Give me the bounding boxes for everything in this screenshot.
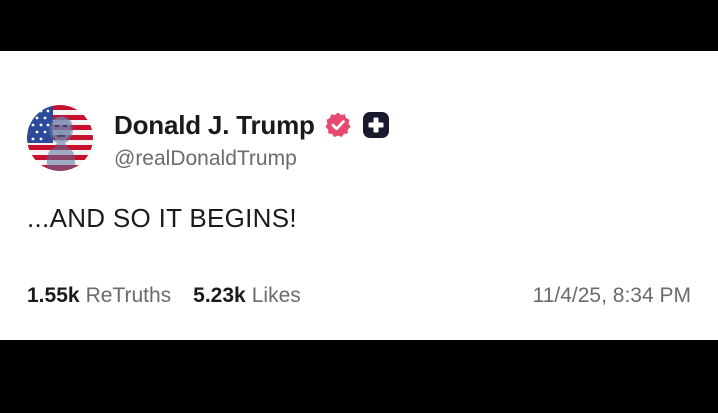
author-name-row: Donald J. Trump xyxy=(114,108,390,142)
author-handle[interactable]: @realDonaldTrump xyxy=(114,147,297,171)
screenshot-frame: Donald J. Trump @realDonaldTrump ...AND … xyxy=(0,0,718,413)
likes-label: Likes xyxy=(251,284,301,307)
post-body-text: ...AND SO IT BEGINS! xyxy=(27,203,297,233)
letterbox-bottom xyxy=(0,340,718,413)
post-stats: 1.55k ReTruths 5.23k Likes xyxy=(27,284,301,308)
avatar-flag-portrait-icon xyxy=(27,105,93,171)
author-avatar[interactable] xyxy=(27,105,93,171)
letterbox-top xyxy=(0,0,718,51)
retruths-label: ReTruths xyxy=(85,284,172,307)
likes-stat[interactable]: 5.23k Likes xyxy=(193,284,301,308)
post-card: Donald J. Trump @realDonaldTrump ...AND … xyxy=(0,51,718,340)
retruths-stat[interactable]: 1.55k ReTruths xyxy=(27,284,171,308)
retruths-count: 1.55k xyxy=(27,284,80,307)
author-display-name[interactable]: Donald J. Trump xyxy=(114,110,315,141)
verified-check-badge-icon xyxy=(324,111,352,139)
plus-badge-icon xyxy=(362,111,390,139)
post-timestamp[interactable]: 11/4/25, 8:34 PM xyxy=(533,284,691,308)
likes-count: 5.23k xyxy=(193,284,246,307)
